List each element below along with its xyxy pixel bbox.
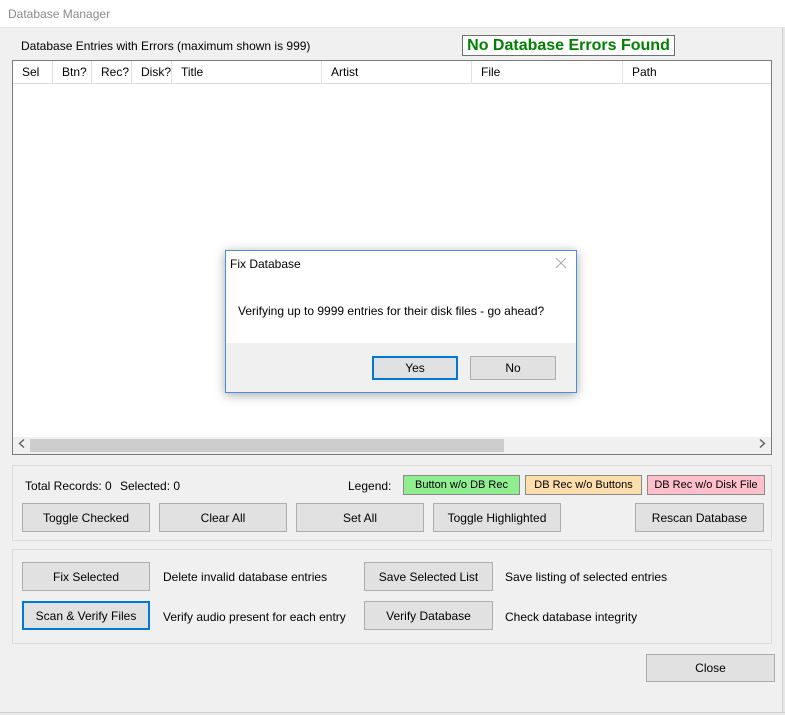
no-button[interactable]: No: [470, 356, 556, 380]
scan-verify-files-button[interactable]: Scan & Verify Files: [22, 601, 150, 630]
column-header-rec[interactable]: Rec?: [92, 61, 132, 84]
close-icon[interactable]: [554, 256, 568, 270]
save-selected-list-description: Save listing of selected entries: [505, 570, 668, 584]
yes-button[interactable]: Yes: [372, 356, 458, 380]
scan-verify-description: Verify audio present for each entry: [163, 610, 346, 624]
dialog-title: Fix Database: [230, 257, 301, 271]
column-header-file[interactable]: File: [472, 61, 623, 84]
total-records-label: Total Records: 0: [25, 479, 112, 493]
toggle-checked-button[interactable]: Toggle Checked: [22, 503, 150, 532]
legend-db-rec-without-buttons: DB Rec w/o Buttons: [525, 475, 642, 495]
status-badge: No Database Errors Found: [462, 35, 675, 56]
horizontal-scrollbar[interactable]: [13, 437, 771, 454]
chevron-right-icon[interactable]: [754, 437, 771, 454]
column-header-btn[interactable]: Btn?: [53, 61, 92, 84]
legend-label: Legend:: [348, 479, 392, 493]
set-all-button[interactable]: Set All: [296, 503, 424, 532]
title-bar: Database Manager: [0, 0, 785, 28]
toggle-highlighted-button[interactable]: Toggle Highlighted: [433, 503, 561, 532]
column-header-path[interactable]: Path: [623, 61, 771, 84]
save-selected-list-button[interactable]: Save Selected List: [364, 562, 493, 591]
column-header-title[interactable]: Title: [172, 61, 322, 84]
close-button[interactable]: Close: [646, 654, 775, 682]
legend-button-without-db-rec: Button w/o DB Rec: [403, 475, 520, 495]
grid-header: Sel Btn? Rec? Disk? Title Artist File Pa…: [13, 61, 771, 84]
column-header-sel[interactable]: Sel: [13, 61, 53, 84]
clear-all-button[interactable]: Clear All: [159, 503, 287, 532]
selected-count-label: Selected: 0: [120, 479, 181, 493]
column-header-artist[interactable]: Artist: [322, 61, 472, 84]
dialog-message: Verifying up to 9999 entries for their d…: [238, 304, 545, 318]
fix-selected-description: Delete invalid database entries: [163, 570, 328, 584]
fix-selected-button[interactable]: Fix Selected: [22, 562, 150, 591]
chevron-left-icon[interactable]: [13, 437, 30, 454]
window-title: Database Manager: [8, 7, 111, 21]
entries-label: Database Entries with Errors (maximum sh…: [21, 39, 311, 53]
dialog-footer: Yes No: [226, 343, 576, 392]
fix-database-dialog: Fix Database Verifying up to 9999 entrie…: [225, 250, 577, 393]
verify-database-button[interactable]: Verify Database: [364, 601, 493, 630]
verify-database-description: Check database integrity: [505, 610, 638, 624]
scrollbar-thumb[interactable]: [30, 439, 504, 452]
rescan-database-button[interactable]: Rescan Database: [635, 503, 764, 532]
legend-db-rec-without-disk-file: DB Rec w/o Disk File: [647, 475, 765, 495]
column-header-disk[interactable]: Disk?: [132, 61, 172, 84]
